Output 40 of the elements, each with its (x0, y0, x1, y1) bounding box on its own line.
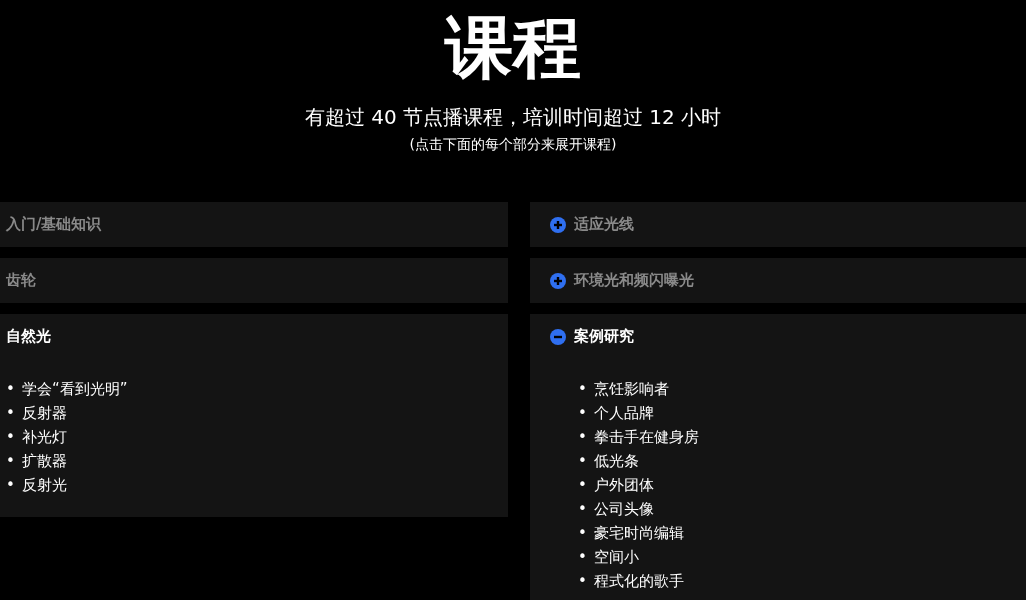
bullet: • (6, 379, 14, 400)
lesson-item: 拳击手在健身房 (594, 427, 699, 448)
lesson-item: 反射器 (22, 403, 67, 424)
minus-circle-icon[interactable] (550, 328, 566, 345)
lesson-item: 公司头像 (594, 499, 654, 520)
lesson-item: 空间小 (594, 547, 639, 568)
bullet: • (6, 427, 14, 448)
bullet: • (6, 475, 14, 496)
lesson-item: 扩散器 (22, 451, 67, 472)
plus-circle-icon[interactable] (550, 216, 566, 233)
lesson-item: 户外团体 (594, 475, 654, 496)
section-title[interactable]: 自然光 (6, 327, 51, 346)
plus-circle-icon[interactable] (550, 272, 566, 289)
bullet: • (578, 379, 586, 400)
bullet: • (578, 571, 586, 592)
section-title[interactable]: 环境光和频闪曝光 (574, 271, 694, 290)
page-title: 课程 (445, 8, 581, 88)
bullet: • (578, 523, 586, 544)
lesson-item: 程式化的歌手 (594, 571, 684, 592)
lesson-item: 反射光 (22, 475, 67, 496)
bullet: • (6, 451, 14, 472)
bullet: • (6, 403, 14, 424)
bullet: • (578, 451, 586, 472)
section-title[interactable]: 齿轮 (6, 271, 36, 290)
section-title[interactable]: 适应光线 (574, 215, 634, 234)
subtitle: 有超过 40 节点播课程，培训时间超过 12 小时 (304, 104, 722, 130)
lesson-item: 个人品牌 (594, 403, 654, 424)
lesson-item: 学会“看到光明” (22, 379, 128, 400)
lesson-item: 补光灯 (22, 427, 67, 448)
section-title[interactable]: 入门/基础知识 (6, 215, 102, 234)
lesson-item: 烹饪影响者 (594, 379, 669, 400)
bullet: • (578, 499, 586, 520)
bullet: • (578, 547, 586, 568)
bullet: • (578, 475, 586, 496)
section-title[interactable]: 案例研究 (574, 327, 634, 346)
bullet: • (578, 403, 586, 424)
bullet: • (578, 427, 586, 448)
lesson-item: 低光条 (594, 451, 639, 472)
lesson-item: 豪宅时尚编辑 (594, 523, 684, 544)
hint-text: (点击下面的每个部分来展开课程) (409, 135, 617, 154)
